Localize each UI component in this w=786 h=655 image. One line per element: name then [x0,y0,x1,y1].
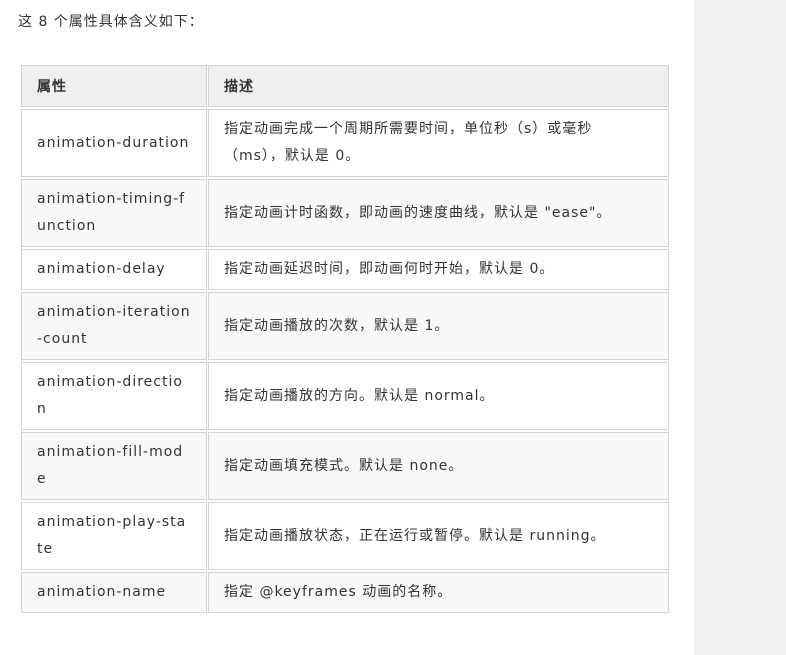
description-cell: 指定动画完成一个周期所需要时间，单位秒（s）或毫秒（ms），默认是 0。 [208,109,669,177]
table-row: animation-direction 指定动画播放的方向。默认是 normal… [21,362,669,430]
right-sidebar [694,0,786,655]
table-header-row: 属性 描述 [21,65,669,107]
description-cell: 指定 @keyframes 动画的名称。 [208,572,669,613]
description-cell: 指定动画播放的次数，默认是 1。 [208,292,669,360]
description-cell: 指定动画播放的方向。默认是 normal。 [208,362,669,430]
description-cell: 指定动画播放状态，正在运行或暂停。默认是 running。 [208,502,669,570]
description-cell: 指定动画填充模式。默认是 none。 [208,432,669,500]
property-cell: animation-play-state [21,502,207,570]
property-cell: animation-timing-function [21,179,207,247]
property-cell: animation-direction [21,362,207,430]
table-row: animation-iteration-count 指定动画播放的次数，默认是 … [21,292,669,360]
property-cell: animation-delay [21,249,207,290]
property-cell: animation-duration [21,109,207,177]
description-cell: 指定动画计时函数，即动画的速度曲线，默认是 "ease"。 [208,179,669,247]
table-row: animation-timing-function 指定动画计时函数，即动画的速… [21,179,669,247]
property-cell: animation-iteration-count [21,292,207,360]
description-cell: 指定动画延迟时间，即动画何时开始，默认是 0。 [208,249,669,290]
animation-properties-table: 属性 描述 animation-duration 指定动画完成一个周期所需要时间… [20,63,670,615]
table-row: animation-fill-mode 指定动画填充模式。默认是 none。 [21,432,669,500]
property-cell: animation-fill-mode [21,432,207,500]
table-row: animation-play-state 指定动画播放状态，正在运行或暂停。默认… [21,502,669,570]
table-row: animation-duration 指定动画完成一个周期所需要时间，单位秒（s… [21,109,669,177]
header-property: 属性 [21,65,207,107]
header-description: 描述 [208,65,669,107]
table-row: animation-name 指定 @keyframes 动画的名称。 [21,572,669,613]
table-row: animation-delay 指定动画延迟时间，即动画何时开始，默认是 0。 [21,249,669,290]
intro-text: 这 8 个属性具体含义如下： [18,14,204,30]
property-cell: animation-name [21,572,207,613]
